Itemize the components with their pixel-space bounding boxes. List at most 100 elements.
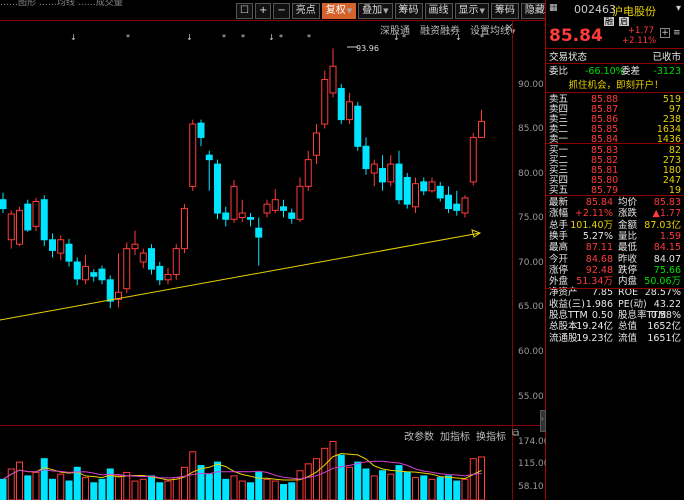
volume-bar[interactable] [90,482,98,500]
candle[interactable] [288,208,296,224]
candle[interactable] [420,177,428,196]
toolbar-button-diejia[interactable]: 叠加▼ [358,3,393,19]
zoom-in-button[interactable]: + [254,3,272,19]
candle[interactable] [148,244,155,275]
toolbar-button-xianshi[interactable]: 显示▼ [454,3,489,19]
candle[interactable] [197,119,205,147]
volume-bar[interactable] [412,477,419,500]
event-marker-icon[interactable]: ↓ [393,33,400,42]
volume-bar[interactable] [370,475,378,500]
volume-bar[interactable] [387,473,395,500]
grid-icon[interactable]: ▦ [549,3,558,13]
candle[interactable] [313,124,320,165]
candle[interactable] [280,199,287,218]
candle[interactable] [255,217,263,266]
candle[interactable] [57,235,65,261]
toolbar-button-liangdian[interactable]: 亮点 [291,3,320,19]
event-marker-icon[interactable]: * [222,33,226,42]
volume-bar[interactable] [379,470,386,500]
candlestick-chart[interactable]: ↓ * ↓ * * ↓ * * ↓ * ↓ * 93.96 [0,30,512,425]
volume-bar[interactable] [164,480,172,500]
candle[interactable] [469,132,477,186]
event-marker-icon[interactable]: * [279,33,283,42]
chevron-down-icon[interactable]: ▾ [676,3,681,14]
candle[interactable] [329,48,337,98]
add-watchlist-button[interactable]: + [660,28,670,38]
volume-bar[interactable] [271,480,279,500]
candle[interactable] [395,150,403,205]
event-marker-icon[interactable]: ↓ [268,33,275,42]
volume-bar[interactable] [172,477,180,500]
volume-bar[interactable] [148,475,155,500]
volume-bar[interactable] [222,478,230,500]
volume-bar[interactable] [230,475,238,500]
candle[interactable] [436,181,444,202]
volume-bar[interactable] [354,461,362,500]
volume-bar[interactable] [288,482,296,500]
event-marker-icon[interactable]: * [241,33,245,42]
volume-bar[interactable] [346,466,353,500]
candle[interactable] [321,70,329,129]
toolbar-button-chouma[interactable]: 筹码 [394,3,423,19]
volume-bar[interactable] [445,475,452,500]
volume-bar[interactable] [478,456,485,500]
event-marker-icon[interactable]: ↓ [455,33,462,42]
volume-chart[interactable] [0,438,512,500]
volume-bar[interactable] [362,468,370,500]
volume-bar[interactable] [0,478,7,500]
candle[interactable] [189,119,197,191]
volume-bar[interactable] [255,471,263,500]
candle[interactable] [304,150,312,191]
volume-bar[interactable] [197,465,205,500]
volume-bar[interactable] [321,447,329,500]
volume-bar[interactable] [304,463,312,500]
candle[interactable] [98,265,106,285]
candle[interactable] [0,192,7,214]
volume-bar[interactable] [453,480,461,500]
volume-bar[interactable] [420,475,428,500]
volume-bar[interactable] [131,480,139,500]
event-marker-icon[interactable]: * [480,33,484,42]
candle[interactable] [156,262,164,286]
candle[interactable] [238,199,246,222]
candle[interactable] [24,199,32,232]
candle[interactable] [247,213,254,227]
volume-bar[interactable] [461,478,469,500]
volume-bar[interactable] [313,458,320,500]
volume-bar[interactable] [82,477,89,500]
candle[interactable] [40,195,48,246]
volume-bar[interactable] [337,454,345,500]
volume-bar[interactable] [436,477,444,500]
event-marker-icon[interactable]: ↓ [186,33,193,42]
candle[interactable] [263,199,271,218]
candle[interactable] [205,150,213,191]
promo-link[interactable]: 抓住机会，即刻开户！ [549,80,683,91]
candle[interactable] [296,177,304,222]
candle[interactable] [461,195,469,218]
volume-bar[interactable] [428,478,436,500]
candle[interactable] [379,155,386,191]
candle[interactable] [370,159,378,187]
toolbar-button-chouma2[interactable]: 筹码 [490,3,519,19]
candle[interactable] [478,109,485,138]
volume-bar[interactable] [329,440,337,500]
zoom-out-button[interactable]: − [273,3,290,19]
volume-bar[interactable] [40,458,48,500]
candle[interactable] [214,159,221,220]
volume-bar[interactable] [280,484,287,500]
candle[interactable] [453,190,461,216]
volume-bar[interactable] [238,480,246,500]
volume-bar[interactable] [106,468,114,500]
volume-bar[interactable] [16,461,23,500]
candle[interactable] [387,155,395,187]
candle[interactable] [362,137,370,175]
candle[interactable] [412,177,419,214]
candle[interactable] [90,269,98,282]
menu-icon[interactable]: ≡ [673,28,681,38]
volume-bar[interactable] [32,471,40,500]
candle[interactable] [32,197,40,231]
candle[interactable] [164,268,172,285]
event-marker-icon[interactable]: ↓ [70,33,77,42]
candle[interactable] [346,92,353,125]
volume-bar[interactable] [296,470,304,500]
